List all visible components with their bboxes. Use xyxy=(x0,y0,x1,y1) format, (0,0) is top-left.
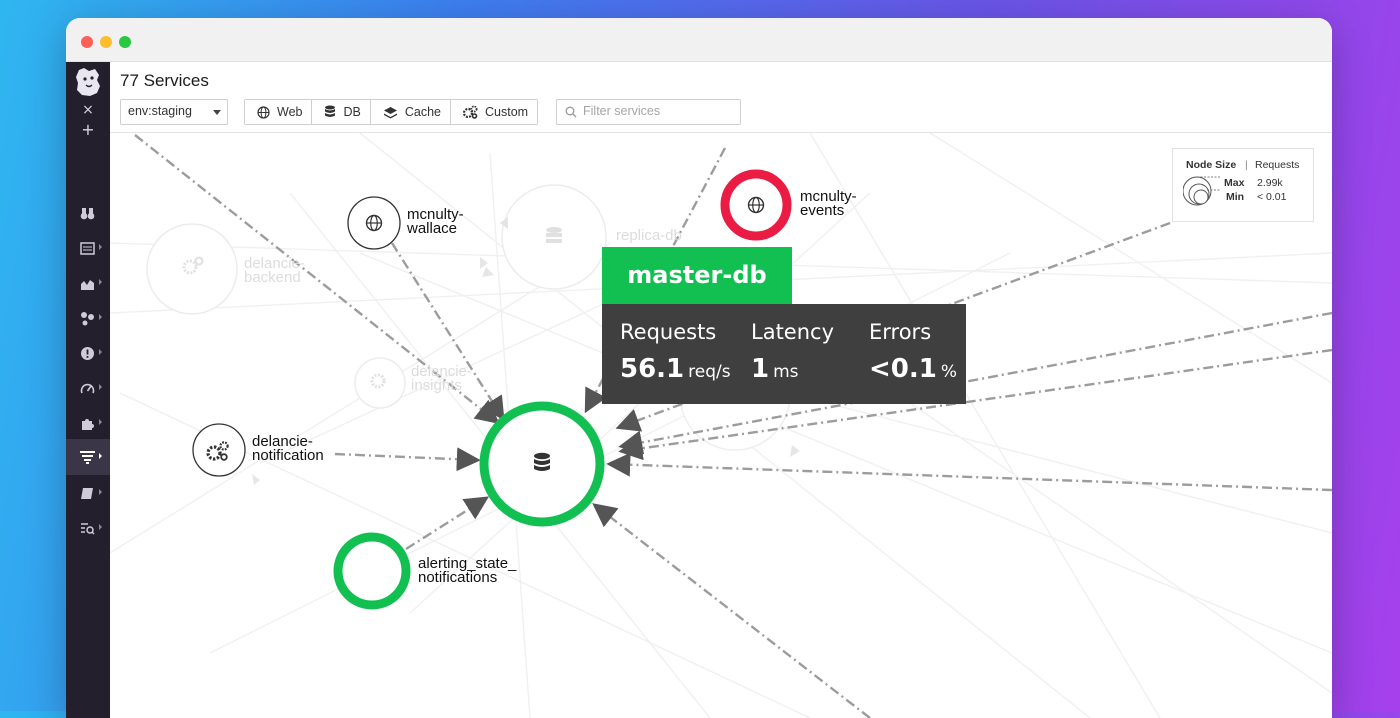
notebook-icon xyxy=(81,488,93,499)
node-label-mcnulty-wallace: mcnulty- wallace xyxy=(407,206,464,237)
filter-web-button[interactable]: Web xyxy=(245,100,313,124)
database-icon xyxy=(534,452,550,471)
chevron-down-icon xyxy=(213,110,221,115)
tooltip-requests: Requests 56.1 req/s xyxy=(620,320,731,384)
add-icon[interactable]: + xyxy=(66,120,110,139)
gauge-icon xyxy=(80,383,95,394)
alert-exclamation-icon xyxy=(81,347,94,360)
sidebar-item-apm[interactable] xyxy=(66,439,110,475)
node-label-alerting-state-notifications: alerting_state_ notifications xyxy=(418,555,517,586)
page-title: 77 Services xyxy=(120,71,209,90)
requests-label: Requests xyxy=(620,320,717,344)
node-alerting-state-notifications[interactable] xyxy=(333,532,411,610)
datadog-logo-icon[interactable] xyxy=(73,66,103,98)
env-select-value: env:staging xyxy=(128,104,192,118)
node-label-delancie-insights: delancie- insights xyxy=(411,363,472,394)
filter-cache-label: Cache xyxy=(404,105,441,119)
legend-max-value: 2.99k xyxy=(1257,177,1283,189)
filter-db-label: DB xyxy=(343,105,361,119)
puzzle-icon xyxy=(82,419,94,430)
filter-web-label: Web xyxy=(277,105,303,119)
legend-title: Node Size xyxy=(1186,159,1237,171)
legend-min-value: < 0.01 xyxy=(1257,191,1287,203)
node-label-replica-db: replica-db xyxy=(616,227,682,244)
node-size-circles-icon xyxy=(1183,176,1221,206)
sidebar: × + xyxy=(66,62,110,718)
legend-separator: | xyxy=(1245,159,1248,171)
sidebar-item-slo[interactable] xyxy=(66,372,110,406)
database-icon xyxy=(325,105,336,117)
node-label-delancie-notification: delancie- notification xyxy=(252,433,324,464)
errors-value: <0.1 xyxy=(869,354,937,384)
errors-label: Errors xyxy=(869,320,932,344)
app-window: × + 77 Services env:staging Web DB Cache… xyxy=(66,18,1332,718)
requests-unit: req/s xyxy=(688,362,731,382)
filter-cache-button[interactable]: Cache xyxy=(370,100,451,124)
filter-db-button[interactable]: DB xyxy=(312,100,371,124)
service-map-header: 77 Services env:staging Web DB Cache Cus… xyxy=(110,62,1332,133)
filter-custom-label: Custom xyxy=(485,105,529,119)
legend-metric: Requests xyxy=(1255,159,1300,171)
search-icon xyxy=(565,106,577,118)
zoom-window-button[interactable] xyxy=(119,36,131,48)
service-type-filters: Web DB Cache Custom xyxy=(244,99,539,125)
logs-search-icon xyxy=(81,523,95,535)
latency-label: Latency xyxy=(751,320,835,344)
tooltip-latency: Latency 1 ms xyxy=(751,320,834,384)
service-map-canvas[interactable]: mcnulty- wallace mcnulty- events delanci… xyxy=(110,133,1332,718)
tooltip-errors: Errors <0.1% xyxy=(869,320,957,384)
close-window-button[interactable] xyxy=(81,36,93,48)
sidebar-item-metrics[interactable] xyxy=(66,267,110,301)
filter-custom-button[interactable]: Custom xyxy=(451,100,538,124)
service-map-graph xyxy=(110,133,1332,718)
latency-value: 1 xyxy=(751,354,770,384)
env-select[interactable]: env:staging xyxy=(120,99,228,125)
requests-value: 56.1 xyxy=(620,354,685,384)
sidebar-item-logs[interactable] xyxy=(66,512,110,546)
gears-icon xyxy=(463,105,478,119)
sidebar-item-plugins[interactable] xyxy=(66,407,110,441)
filter-services-search xyxy=(556,99,741,125)
sidebar-item-dashboards[interactable] xyxy=(66,232,110,266)
tooltip-metrics: Requests 56.1 req/s Latency 1 ms Errors <0… xyxy=(602,304,966,404)
metrics-chart-icon xyxy=(81,280,94,290)
minimize-window-button[interactable] xyxy=(100,36,112,48)
dashboard-list-icon xyxy=(80,242,95,255)
globe-icon xyxy=(257,105,270,119)
node-label-delancie-backend: delancie- backend xyxy=(244,255,305,286)
binoculars-icon xyxy=(80,208,95,220)
node-size-legend: Node Size | Requests Max 2.99k Min < 0.0… xyxy=(1172,148,1314,222)
sidebar-item-integrations[interactable] xyxy=(66,302,110,336)
latency-unit: ms xyxy=(773,362,799,382)
legend-max-label: Max xyxy=(1224,177,1245,189)
sidebar-item-notebooks[interactable] xyxy=(66,477,110,511)
close-icon[interactable]: × xyxy=(66,102,110,118)
layers-icon xyxy=(383,106,397,118)
search-input[interactable] xyxy=(581,103,735,119)
errors-unit: % xyxy=(940,362,957,382)
main-content: 77 Services env:staging Web DB Cache Cus… xyxy=(110,62,1332,718)
sidebar-item-monitors[interactable] xyxy=(66,337,110,371)
apm-filter-icon xyxy=(80,451,95,464)
node-label-mcnulty-events: mcnulty- events xyxy=(800,188,857,219)
title-bar xyxy=(66,18,1332,62)
integrations-hexagon-icon xyxy=(81,312,94,326)
tooltip-service-name: master-db xyxy=(602,247,792,304)
sidebar-item-watchdog[interactable] xyxy=(66,197,110,231)
legend-min-label: Min xyxy=(1226,191,1245,203)
